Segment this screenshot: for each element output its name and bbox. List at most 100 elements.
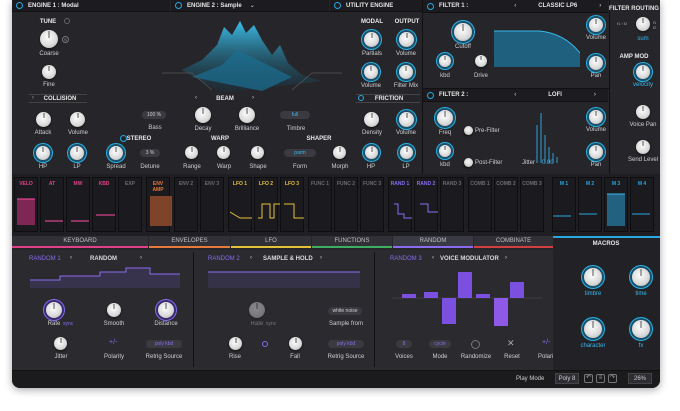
macro-timbre-knob[interactable] bbox=[584, 268, 602, 286]
amp-mod-knob[interactable] bbox=[636, 65, 650, 79]
chevron-right-icon[interactable]: › bbox=[594, 92, 596, 98]
utility-header[interactable]: UTILITY ENGINE bbox=[330, 0, 422, 12]
density-knob[interactable] bbox=[364, 112, 379, 127]
shape-knob[interactable] bbox=[251, 146, 264, 159]
filter1-header[interactable]: FILTER 1 : ‹ CLASSIC LP6 › bbox=[423, 0, 608, 13]
redo-icon[interactable]: ↷ bbox=[608, 374, 617, 383]
chevron-right-icon[interactable]: › bbox=[140, 255, 142, 261]
chevron-left-icon[interactable]: ‹ bbox=[432, 255, 434, 261]
routing-knob[interactable] bbox=[636, 17, 650, 31]
filter2-pan-knob[interactable] bbox=[589, 145, 603, 159]
random2-rate-unit[interactable]: sync bbox=[266, 321, 276, 327]
partials-knob[interactable] bbox=[364, 32, 379, 47]
prefilter-knob[interactable] bbox=[464, 126, 473, 135]
send-level-knob[interactable] bbox=[636, 140, 650, 154]
random2-rate-knob[interactable] bbox=[249, 302, 265, 318]
mode-value[interactable]: cycle bbox=[429, 340, 451, 348]
random1-type[interactable]: RANDOM bbox=[90, 256, 117, 262]
cutoff-knob[interactable] bbox=[454, 23, 472, 41]
random1-name[interactable]: RANDOM 1 bbox=[29, 256, 61, 262]
power-icon[interactable] bbox=[358, 95, 364, 101]
chevron-right-icon[interactable]: › bbox=[252, 95, 254, 101]
detune-value[interactable]: 3 % bbox=[140, 149, 160, 157]
voice-pan-knob[interactable] bbox=[636, 105, 650, 119]
form-value[interactable]: parm bbox=[284, 149, 316, 157]
bass-value[interactable]: 100 % bbox=[142, 111, 166, 119]
power-icon[interactable] bbox=[334, 2, 341, 9]
macro-character-label[interactable]: character bbox=[580, 343, 605, 349]
volume-knob[interactable] bbox=[70, 112, 85, 127]
decay-knob[interactable] bbox=[195, 107, 211, 123]
info-icon[interactable] bbox=[64, 18, 70, 24]
random3-name[interactable]: RANDOM 3 bbox=[390, 256, 422, 262]
tab-lfo[interactable]: LFO bbox=[231, 236, 311, 248]
distance-knob[interactable] bbox=[158, 302, 174, 318]
coarse-knob[interactable] bbox=[40, 30, 58, 48]
power-icon[interactable] bbox=[16, 2, 23, 9]
chevron-left-icon[interactable]: ‹ bbox=[514, 92, 516, 98]
routing-sum[interactable]: sum bbox=[637, 36, 648, 42]
filter-mix-knob[interactable] bbox=[399, 65, 413, 79]
modal-volume-knob[interactable] bbox=[364, 65, 378, 79]
postfilter-knob[interactable] bbox=[464, 158, 473, 167]
tab-keyboard[interactable]: KEYBOARD bbox=[12, 236, 148, 248]
voices-value[interactable]: 8 bbox=[396, 340, 412, 348]
tab-envelopes[interactable]: ENVELOPES bbox=[149, 236, 230, 248]
spread-knob[interactable] bbox=[109, 146, 123, 160]
poly-select[interactable]: Poly 8 bbox=[555, 373, 579, 384]
chevron-left-icon[interactable]: ‹ bbox=[514, 3, 516, 9]
chevron-left-icon[interactable]: ‹ bbox=[195, 95, 197, 101]
smooth-knob[interactable] bbox=[107, 303, 121, 317]
macro-time-label[interactable]: time bbox=[635, 291, 646, 297]
power-icon[interactable] bbox=[427, 2, 434, 10]
macro-timbre-label[interactable]: timbre bbox=[585, 291, 602, 297]
lp-knob[interactable] bbox=[70, 146, 84, 160]
macro-time-knob[interactable] bbox=[632, 268, 650, 286]
sample-from-value[interactable]: white noise bbox=[328, 307, 362, 315]
drive-knob[interactable] bbox=[475, 55, 487, 67]
range-knob[interactable] bbox=[185, 146, 198, 159]
random1-rate-unit[interactable]: sync bbox=[63, 321, 73, 327]
random3-type[interactable]: VOICE MODULATOR bbox=[440, 256, 499, 262]
filter1-type[interactable]: CLASSIC LP6 bbox=[538, 3, 577, 9]
utility-lp-knob[interactable] bbox=[400, 146, 413, 159]
tab-random[interactable]: RANDOM bbox=[393, 236, 473, 248]
zoom-select[interactable]: 26% bbox=[628, 373, 652, 384]
chevron-left-icon[interactable]: ‹ bbox=[250, 255, 252, 261]
random1-retrig-value[interactable]: poly kbd bbox=[146, 340, 182, 348]
tab-functions[interactable]: FUNCTIONS bbox=[312, 236, 392, 248]
hp-knob[interactable] bbox=[36, 146, 50, 160]
undo-icon[interactable]: ↶ bbox=[584, 374, 593, 383]
tab-combinate[interactable]: COMBINATE bbox=[474, 236, 553, 248]
amp-mod-velocity[interactable]: velocity bbox=[633, 82, 653, 88]
filter2-type[interactable]: LOFI bbox=[548, 92, 562, 98]
power-icon[interactable] bbox=[427, 91, 434, 99]
brilliance-knob[interactable] bbox=[239, 107, 255, 123]
chevron-right-icon[interactable]: › bbox=[505, 255, 507, 261]
reset-icon[interactable]: ✕ bbox=[507, 338, 515, 349]
macro-character-knob[interactable] bbox=[584, 320, 602, 338]
random2-name[interactable]: RANDOM 2 bbox=[208, 256, 240, 262]
chevron-right-icon[interactable]: › bbox=[320, 255, 322, 261]
random2-retrig-value[interactable]: poly kbd bbox=[328, 340, 364, 348]
freq-knob[interactable] bbox=[437, 110, 453, 126]
polarity-icon[interactable]: +/- bbox=[542, 339, 550, 346]
engine1-header[interactable]: ENGINE 1 : Modal bbox=[12, 0, 170, 12]
friction-volume-knob[interactable] bbox=[399, 112, 414, 127]
chevron-left-icon[interactable]: ‹ bbox=[70, 255, 72, 261]
randomize-icon[interactable] bbox=[471, 340, 480, 349]
morph-knob[interactable] bbox=[333, 146, 346, 159]
kbd-knob[interactable] bbox=[439, 55, 451, 67]
filter1-volume-knob[interactable] bbox=[589, 18, 603, 32]
fall-knob[interactable] bbox=[289, 337, 302, 350]
warp-knob[interactable] bbox=[217, 146, 230, 159]
filter2-header[interactable]: FILTER 2 : ‹ LOFI › bbox=[423, 89, 608, 102]
filter2-volume-knob[interactable] bbox=[589, 110, 603, 124]
filter1-pan-knob[interactable] bbox=[589, 56, 603, 70]
chevron-left-icon[interactable]: ‹ bbox=[32, 95, 34, 101]
kbd2-knob[interactable] bbox=[439, 145, 451, 157]
random1-rate-knob[interactable] bbox=[46, 302, 62, 318]
macro-fx-label[interactable]: fx bbox=[639, 343, 644, 349]
chevron-down-icon[interactable]: ⌄ bbox=[250, 2, 255, 9]
utility-hp-knob[interactable] bbox=[365, 146, 378, 159]
